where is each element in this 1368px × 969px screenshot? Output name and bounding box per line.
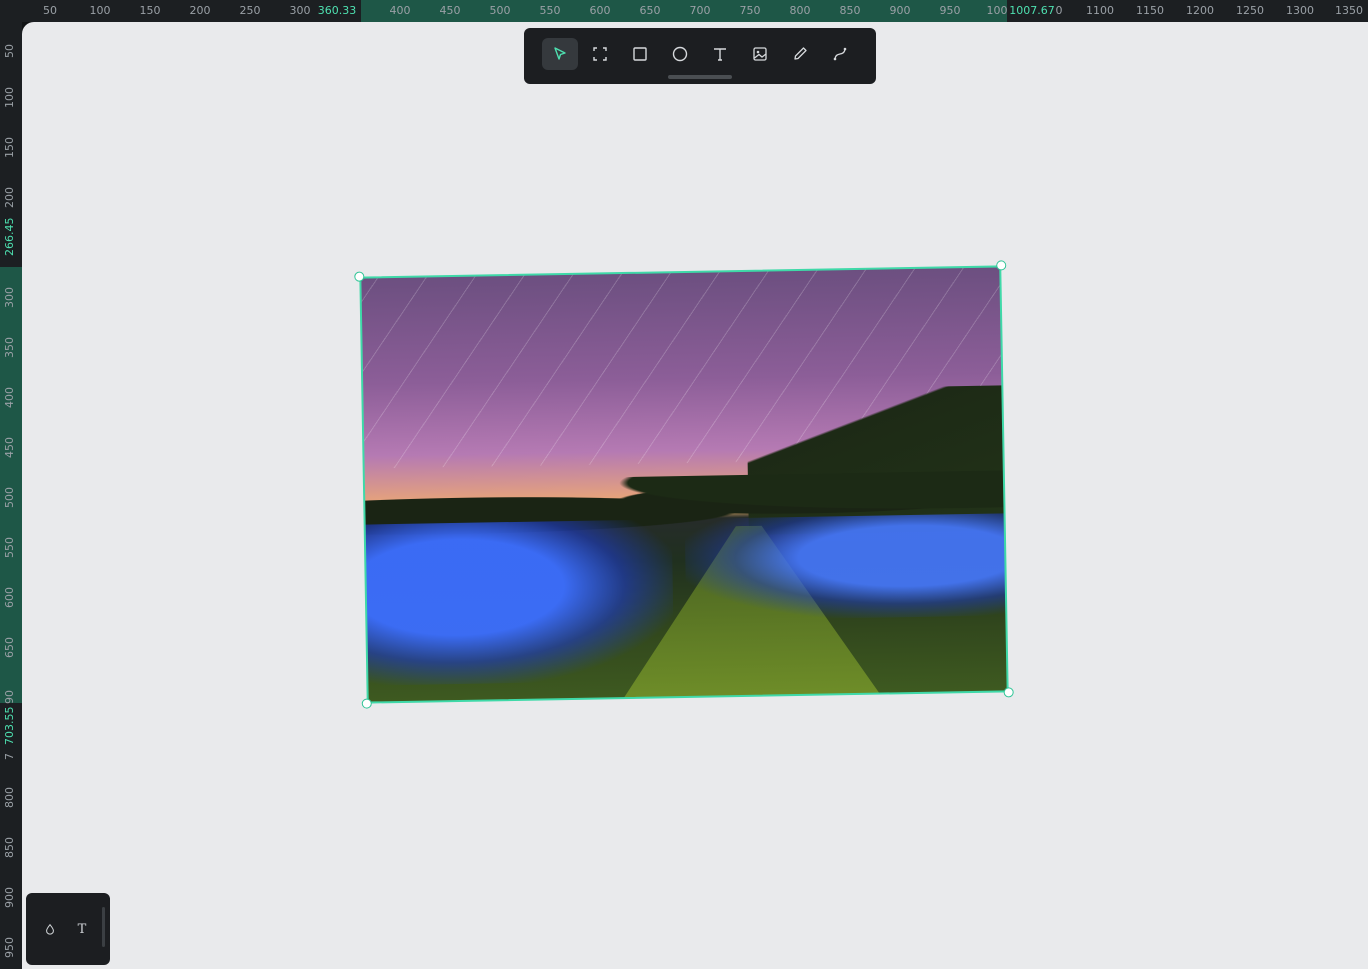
ruler-tick: 400	[3, 387, 16, 408]
ruler-tick: 450	[439, 4, 461, 17]
ruler-selection-end-y: 703.55	[3, 706, 16, 746]
toolbar-drag-handle[interactable]	[668, 75, 732, 79]
ruler-tick: 300	[289, 4, 311, 17]
path-tool-button[interactable]	[822, 38, 858, 70]
style-panel: T	[26, 893, 110, 965]
blue-light-trail-left	[364, 518, 675, 686]
pen-tool-button[interactable]	[782, 38, 818, 70]
square-icon	[633, 47, 647, 61]
ruler-tick: 0	[1055, 4, 1063, 17]
ellipse-tool-button[interactable]	[662, 38, 698, 70]
ruler-tick: 650	[639, 4, 661, 17]
ruler-tick: 250	[239, 4, 261, 17]
select-tool-button[interactable]	[542, 38, 578, 70]
ruler-selection-start-x: 360.33	[317, 4, 357, 17]
ruler-tick: 600	[589, 4, 611, 17]
frame-tool-button[interactable]	[582, 38, 618, 70]
ruler-tick: 900	[889, 4, 911, 17]
ruler-tick: 600	[3, 587, 16, 608]
rectangle-tool-button[interactable]	[622, 38, 658, 70]
ruler-tick: 150	[3, 137, 16, 158]
fill-button[interactable]	[38, 917, 62, 941]
ruler-tick: 300	[3, 287, 16, 308]
panel-scrollbar[interactable]	[102, 907, 105, 947]
ruler-tick: 800	[3, 787, 16, 808]
ruler-selection-end-x: 1007.67	[1009, 4, 1055, 17]
night-field-photo	[360, 266, 1008, 703]
ruler-selection-start-y: 266.45	[3, 217, 16, 257]
pencil-icon	[794, 47, 807, 60]
ruler-tick: 800	[789, 4, 811, 17]
top-ruler: 50 100 150 200 250 300 360.33 400 450 50…	[0, 0, 1368, 22]
ruler-tick: 700	[689, 4, 711, 17]
frame-corners-icon	[593, 47, 607, 61]
ruler-tick: 1200	[1186, 4, 1214, 17]
tool-palette	[524, 28, 876, 84]
ruler-tick: 850	[839, 4, 861, 17]
ruler-tick: 450	[3, 437, 16, 458]
ruler-tick: 850	[3, 837, 16, 858]
text-tool-button[interactable]	[702, 38, 738, 70]
ruler-tick: 500	[489, 4, 511, 17]
image-icon	[753, 47, 767, 61]
ruler-tick: 650	[3, 637, 16, 658]
selected-image-object[interactable]	[354, 260, 1014, 709]
ruler-tick: 100	[986, 4, 1008, 17]
text-icon: T	[77, 921, 87, 937]
ruler-tick: 50	[43, 4, 57, 17]
ruler-tick: 750	[739, 4, 761, 17]
ruler-tick: 550	[539, 4, 561, 17]
text-icon	[714, 48, 726, 61]
ruler-tick: 90	[3, 690, 16, 704]
ruler-tick: 350	[3, 337, 16, 358]
typography-button[interactable]: T	[70, 917, 94, 941]
droplet-icon	[46, 923, 54, 935]
ruler-tick: 950	[939, 4, 961, 17]
image-tool-button[interactable]	[742, 38, 778, 70]
ruler-tick: 900	[3, 887, 16, 908]
bezier-curve-icon	[833, 47, 847, 61]
ruler-tick: 1350	[1335, 4, 1363, 17]
ruler-tick: 1250	[1236, 4, 1264, 17]
ruler-tick: 200	[3, 187, 16, 208]
blue-light-trail-right	[684, 512, 1007, 621]
ruler-tick: 400	[389, 4, 411, 17]
ruler-tick: 100	[89, 4, 111, 17]
ruler-tick: 550	[3, 537, 16, 558]
ruler-tick: 1100	[1086, 4, 1114, 17]
ruler-tick: 100	[3, 87, 16, 108]
ruler-tick: 500	[3, 487, 16, 508]
left-ruler: 50 100 150 200 266.45 300 350 400 450 50…	[0, 0, 22, 969]
ruler-tick: 950	[3, 937, 16, 958]
ruler-tick: 150	[139, 4, 161, 17]
ruler-tick: 1300	[1286, 4, 1314, 17]
ruler-tick: 50	[3, 44, 16, 58]
ruler-tick: 7	[3, 753, 16, 760]
circle-icon	[672, 46, 688, 62]
cursor-arrow-icon	[554, 47, 566, 60]
ruler-tick: 200	[189, 4, 211, 17]
ruler-tick: 1150	[1136, 4, 1164, 17]
